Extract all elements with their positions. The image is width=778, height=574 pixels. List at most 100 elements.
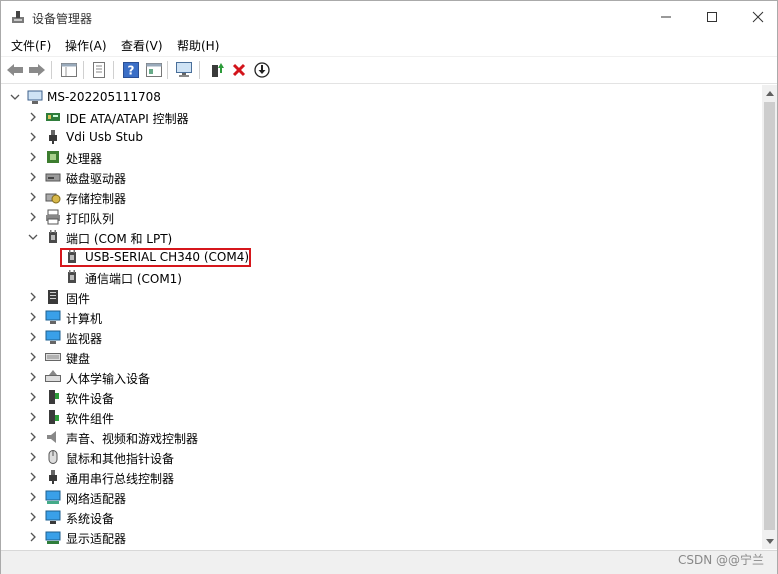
expand-chevron-down-icon[interactable] [27, 227, 39, 247]
back-button[interactable] [5, 60, 25, 80]
maximize-button[interactable] [689, 1, 735, 33]
software-device-icon [49, 390, 59, 404]
tree-item-label[interactable]: 鼠标和其他指针设备 [66, 450, 174, 467]
tree-item-label[interactable]: 软件设备 [66, 390, 114, 407]
scroll-up-icon [765, 90, 774, 96]
tree-child-label[interactable]: 通信端口 (COM1) [85, 270, 182, 287]
menu-file[interactable]: 文件(F) [11, 37, 51, 54]
tree-item-label[interactable]: 键盘 [66, 350, 90, 367]
disk-drive-icon [45, 173, 61, 182]
scroll-down-button[interactable] [762, 534, 777, 549]
speaker-icon [47, 431, 56, 443]
device-view-button[interactable] [144, 60, 164, 80]
enable-device-button[interactable] [252, 60, 272, 80]
forward-button[interactable] [27, 60, 47, 80]
list-view-icon [93, 62, 105, 78]
tree-item-label[interactable]: 计算机 [66, 310, 102, 327]
help-button[interactable]: ? [121, 60, 141, 80]
expand-chevron-right-icon[interactable] [27, 387, 39, 407]
close-icon [752, 11, 764, 23]
tree-item-label[interactable]: Vdi Usb Stub [66, 130, 143, 144]
expand-chevron-right-icon[interactable] [27, 447, 39, 467]
expand-chevron-right-icon[interactable] [27, 347, 39, 367]
expand-chevron-right-icon[interactable] [27, 187, 39, 207]
list-view-button[interactable] [89, 60, 109, 80]
scroll-thumb[interactable] [764, 102, 775, 530]
update-driver-icon [212, 63, 224, 77]
scan-hardware-button[interactable] [175, 60, 195, 80]
device-manager-window: 设备管理器 文件(F) 操作(A) 查看(V) 帮助(H) ? MS-20220… [0, 0, 778, 574]
status-bar [1, 550, 777, 574]
update-driver-button[interactable] [207, 60, 227, 80]
device-manager-app-icon [12, 11, 24, 23]
device-view-icon [146, 63, 162, 77]
window-title: 设备管理器 [32, 12, 93, 26]
close-button[interactable] [735, 1, 778, 33]
hid-icon [45, 370, 61, 382]
vertical-scrollbar[interactable] [762, 85, 777, 549]
ide-controller-icon [46, 113, 60, 121]
menu-view[interactable]: 查看(V) [121, 37, 163, 54]
toolbar-separator [83, 61, 84, 79]
uninstall-button[interactable] [229, 60, 249, 80]
tree-item-label[interactable]: 存储控制器 [66, 190, 126, 207]
watermark: CSDN @@宁兰 [677, 553, 764, 567]
network-adapter-icon [45, 490, 61, 504]
download-circle-icon [254, 62, 270, 78]
minimize-button[interactable] [643, 1, 689, 33]
expand-chevron-right-icon[interactable] [27, 307, 39, 327]
tree-item-label[interactable]: 端口 (COM 和 LPT) [66, 230, 172, 247]
expand-chevron-right-icon[interactable] [27, 147, 39, 167]
expand-chevron-right-icon[interactable] [27, 367, 39, 387]
tree-item-label[interactable]: 处理器 [66, 150, 102, 167]
expand-chevron-right-icon[interactable] [27, 107, 39, 127]
expand-chevron-down-icon[interactable] [9, 87, 21, 107]
properties-button[interactable] [59, 60, 79, 80]
expand-chevron-right-icon[interactable] [27, 427, 39, 447]
expand-chevron-right-icon[interactable] [27, 327, 39, 347]
toolbar-separator [199, 61, 200, 79]
tree-item-label[interactable]: 网络适配器 [66, 490, 126, 507]
toolbar-separator [167, 61, 168, 79]
maximize-icon [707, 12, 717, 22]
expand-chevron-right-icon[interactable] [27, 407, 39, 427]
tree-root-label[interactable]: MS-202205111708 [47, 90, 161, 104]
display-adapter-icon [45, 531, 61, 544]
system-device-icon [45, 510, 61, 524]
tree-item-label[interactable]: 人体学输入设备 [66, 370, 150, 387]
expand-chevron-right-icon[interactable] [27, 207, 39, 227]
expand-chevron-right-icon[interactable] [27, 507, 39, 527]
computer-icon [45, 310, 61, 324]
cpu-chip-icon [47, 151, 59, 163]
remove-x-icon [232, 63, 246, 77]
scroll-up-button[interactable] [762, 85, 777, 100]
expand-chevron-right-icon[interactable] [27, 467, 39, 487]
computer-root-icon [27, 90, 43, 104]
tree-item-label[interactable]: 打印队列 [66, 210, 114, 227]
minimize-icon [661, 16, 671, 18]
tree-child-label[interactable]: USB-SERIAL CH340 (COM4) [85, 250, 249, 264]
firmware-icon [48, 290, 58, 304]
tree-item-label[interactable]: 软件组件 [66, 410, 114, 427]
menu-action[interactable]: 操作(A) [65, 37, 107, 54]
keyboard-icon [45, 353, 61, 361]
tree-item-label[interactable]: 显示适配器 [66, 530, 126, 547]
title-bar[interactable]: 设备管理器 [1, 1, 777, 33]
expand-chevron-right-icon[interactable] [27, 287, 39, 307]
expand-chevron-right-icon[interactable] [27, 167, 39, 187]
device-tree: MS-202205111708 IDE ATA/ATAPI 控制器 Vdi Usb … [1, 85, 761, 549]
tree-item-label[interactable]: 通用串行总线控制器 [66, 470, 174, 487]
tree-item-label[interactable]: 声音、视频和游戏控制器 [66, 430, 198, 447]
tree-item-label[interactable]: 固件 [66, 290, 90, 307]
expand-chevron-right-icon[interactable] [27, 487, 39, 507]
port-icon [68, 270, 76, 283]
toolbar-separator [51, 61, 52, 79]
tree-item-label[interactable]: 系统设备 [66, 510, 114, 527]
tree-item-label[interactable]: IDE ATA/ATAPI 控制器 [66, 110, 189, 127]
expand-chevron-right-icon[interactable] [27, 127, 39, 147]
tree-item-label[interactable]: 监视器 [66, 330, 102, 347]
expand-chevron-right-icon[interactable] [27, 527, 39, 547]
tree-item-label[interactable]: 磁盘驱动器 [66, 170, 126, 187]
port-icon [68, 250, 76, 263]
menu-help[interactable]: 帮助(H) [177, 37, 219, 54]
